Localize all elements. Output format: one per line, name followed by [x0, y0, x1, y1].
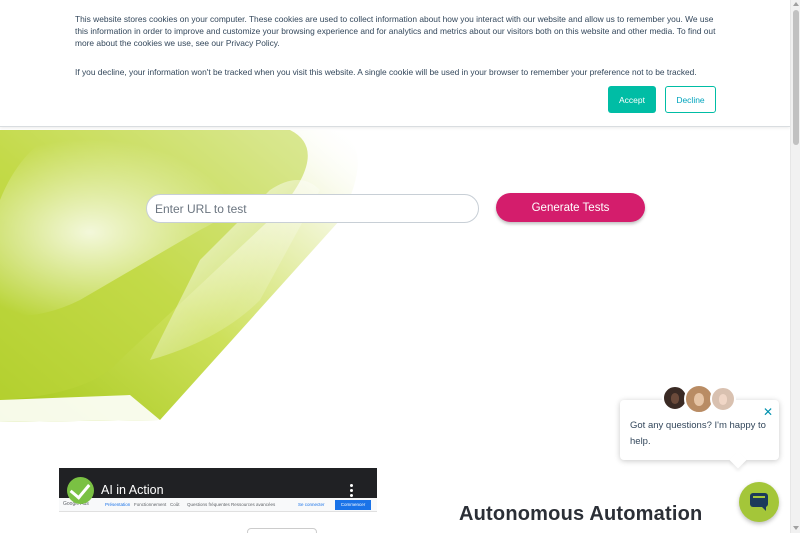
video-inner-tab: Coût	[170, 502, 180, 507]
video-inner-tab: Questions fréquentes	[187, 502, 230, 507]
video-inner-tab: Fonctionnement	[134, 502, 167, 507]
cookie-banner: This website stores cookies on your comp…	[0, 0, 790, 127]
close-icon[interactable]: ✕	[763, 405, 773, 419]
page-scrollbar[interactable]	[790, 0, 800, 533]
chat-launcher-button[interactable]	[739, 482, 779, 522]
decline-cookies-button[interactable]: Decline	[665, 86, 716, 113]
video-inner-search	[247, 528, 317, 533]
url-input[interactable]	[146, 194, 479, 223]
cookie-text-primary: This website stores cookies on your comp…	[75, 14, 716, 49]
chat-agent-avatars	[662, 384, 738, 414]
generate-tests-button[interactable]: Generate Tests	[496, 193, 645, 222]
cookie-text-secondary: If you decline, your information won't b…	[75, 67, 697, 77]
scrollbar-thumb[interactable]	[793, 10, 799, 145]
section-heading: Autonomous Automation	[459, 503, 703, 525]
scroll-down-arrow-icon[interactable]	[793, 526, 799, 530]
video-thumbnail[interactable]: Google Ads Présentation Fonctionnement C…	[59, 468, 377, 533]
chat-bubble-icon	[750, 493, 768, 511]
chat-welcome-message: Got any questions? I'm happy to help.	[630, 420, 766, 447]
video-inner-cta: Commencer	[335, 500, 371, 510]
video-inner-navbar: Google Ads Présentation Fonctionnement C…	[59, 498, 377, 512]
avatar	[710, 386, 736, 412]
accept-cookies-button[interactable]: Accept	[608, 86, 656, 113]
video-inner-tab: Ressources avancées	[231, 502, 276, 507]
more-options-icon[interactable]	[350, 484, 353, 497]
scroll-up-arrow-icon[interactable]	[793, 2, 799, 6]
video-inner-signin: Se connecter	[298, 502, 325, 507]
video-title: AI in Action	[101, 483, 164, 497]
video-inner-tab: Présentation	[105, 502, 131, 507]
